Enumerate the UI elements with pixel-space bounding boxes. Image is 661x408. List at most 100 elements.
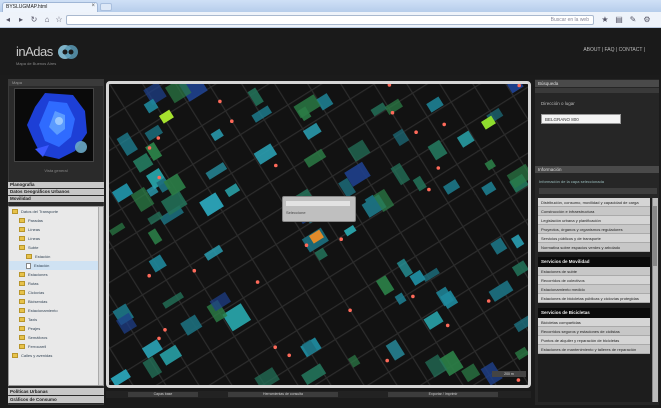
map-popup[interactable] xyxy=(282,196,356,222)
bookmark-icon[interactable]: ☆ xyxy=(54,15,64,25)
map-point-marker[interactable] xyxy=(287,353,291,358)
info-list-item[interactable]: Construcción e infraestructura xyxy=(538,207,650,216)
map-point-marker[interactable] xyxy=(147,273,151,278)
tree-item[interactable]: Estaciones xyxy=(9,270,103,279)
map-point-marker[interactable] xyxy=(442,122,447,127)
forward-icon[interactable]: ▸ xyxy=(16,15,26,25)
info-list-item[interactable]: Servicios públicos y de transporte xyxy=(538,234,650,243)
layer-tree: Datos del Transporte Paradas Líneas Líneas S… xyxy=(8,206,104,386)
map-point-marker[interactable] xyxy=(163,328,167,332)
tab-exportar[interactable]: Exportar / Imprimir xyxy=(388,392,498,397)
map-point-marker[interactable] xyxy=(147,146,152,150)
home-icon[interactable]: ⌂ xyxy=(42,15,52,25)
star-icon[interactable]: ★ xyxy=(600,15,610,25)
address-search-input[interactable] xyxy=(541,114,621,124)
info-list-item[interactable]: Proyectos, órganos y organismos regulado… xyxy=(538,225,650,234)
info-list-item[interactable]: Recorridos seguros y estaciones de cicli… xyxy=(538,327,650,336)
tools-icon[interactable]: ✎ xyxy=(628,15,638,25)
info-subtitle: Información de la capa seleccionada xyxy=(539,179,604,184)
tree-scrollbar[interactable] xyxy=(98,207,103,385)
browser-tab[interactable]: BYSLUGMAP.html × xyxy=(2,2,98,12)
tree-item[interactable]: Datos del Transporte xyxy=(9,207,103,216)
popup-input[interactable] xyxy=(286,201,350,206)
tree-item[interactable]: Paradas xyxy=(9,216,103,225)
search-label: Dirección o lugar xyxy=(541,101,575,106)
tree-item[interactable]: Bicisendas xyxy=(9,297,103,306)
info-list-item[interactable]: Estaciones de subte xyxy=(538,267,650,276)
back-icon[interactable]: ◂ xyxy=(3,15,13,25)
reload-icon[interactable]: ↻ xyxy=(29,15,39,25)
folder-icon xyxy=(19,290,25,296)
map-point-marker[interactable] xyxy=(230,119,234,123)
map-point-marker[interactable] xyxy=(218,99,222,104)
search-tabs[interactable] xyxy=(535,88,659,93)
info-tabs[interactable] xyxy=(539,188,657,194)
info-list-item[interactable]: Recorridos de colectivos xyxy=(538,276,650,285)
map-point-marker[interactable] xyxy=(445,323,450,328)
map-point-marker[interactable] xyxy=(348,308,352,313)
page-menu-icon[interactable]: ▤ xyxy=(614,15,624,25)
info-list-item[interactable]: Estacionamiento medido xyxy=(538,285,650,294)
map-point-marker[interactable] xyxy=(390,110,395,115)
section-movilidad[interactable]: Movilidad xyxy=(8,196,104,202)
map-point-marker[interactable] xyxy=(157,336,161,341)
map-point-marker[interactable] xyxy=(516,378,521,382)
tree-item[interactable]: Taxis xyxy=(9,315,103,324)
map-point-marker[interactable] xyxy=(339,237,343,241)
tree-item-label: Paradas xyxy=(28,218,43,223)
map-point-marker[interactable] xyxy=(274,163,278,168)
info-scroll-thumb[interactable] xyxy=(653,206,657,266)
map-point-marker[interactable] xyxy=(486,299,491,303)
map-point-marker[interactable] xyxy=(255,280,260,284)
map-point-marker[interactable] xyxy=(414,130,418,134)
tree-item[interactable]: Líneas xyxy=(9,234,103,243)
folder-icon xyxy=(19,299,25,305)
tree-item[interactable]: Estación xyxy=(9,252,103,261)
info-list-item[interactable]: Estaciones de bicicletas públicas y cicl… xyxy=(538,294,650,303)
new-tab-button[interactable] xyxy=(100,3,112,11)
section-politicas[interactable]: Políticas Urbanas xyxy=(8,388,104,395)
tree-item[interactable]: Subte xyxy=(9,243,103,252)
section-graficos[interactable]: Gráficos de Consumo xyxy=(8,396,104,403)
tree-item[interactable]: Estación xyxy=(9,261,103,270)
tree-item[interactable]: Rutas xyxy=(9,279,103,288)
map-canvas[interactable] xyxy=(106,81,531,388)
map-point-marker[interactable] xyxy=(385,358,390,363)
map-point-marker[interactable] xyxy=(411,294,415,299)
info-list-item[interactable]: Estaciones de mantenimiento y talleres d… xyxy=(538,345,650,354)
tree-item-label: Peajes xyxy=(28,326,41,331)
tree-item[interactable]: Estacionamiento xyxy=(9,306,103,315)
wrench-icon[interactable]: ⚙ xyxy=(642,15,652,25)
info-list-item[interactable]: Distribución, consumo, movilidad y capac… xyxy=(538,198,650,207)
section-planografia[interactable]: Planografía xyxy=(8,182,104,188)
map-point-marker[interactable] xyxy=(192,268,197,273)
tab-herramientas[interactable]: Herramientas de consulta xyxy=(228,392,338,397)
tree-item[interactable]: Ciclovías xyxy=(9,288,103,297)
tree-item[interactable]: Líneas xyxy=(9,225,103,234)
section-datos-urbanos[interactable]: Datos Geográficos Urbanos xyxy=(8,189,104,195)
info-list-item[interactable]: Normativa sobre espacios verdes y arbola… xyxy=(538,243,650,252)
tree-item-label: Estacionamiento xyxy=(28,308,58,313)
close-icon[interactable]: × xyxy=(91,3,95,9)
info-list-item[interactable]: Bicicletas compartidas xyxy=(538,318,650,327)
minimap-caption: Vista general xyxy=(44,168,68,173)
info-list-item[interactable]: Legislación urbana y planificación xyxy=(538,216,650,225)
tree-item[interactable]: Peajes xyxy=(9,324,103,333)
site-logo[interactable]: inAdas xyxy=(16,44,53,59)
tree-item[interactable]: Ferrocarril xyxy=(9,342,103,351)
info-list-item[interactable]: Puntos de alquiler y reparación de bicic… xyxy=(538,336,650,345)
overview-minimap[interactable] xyxy=(14,88,94,162)
address-bar[interactable]: Buscar en la web xyxy=(66,15,594,25)
map-point-marker[interactable] xyxy=(157,175,161,180)
tab-capas-base[interactable]: Capas base xyxy=(128,392,198,397)
folder-icon xyxy=(19,335,25,341)
tree-item[interactable]: Calles y avenidas xyxy=(9,351,103,360)
map-point-marker[interactable] xyxy=(273,345,277,350)
top-nav[interactable]: ABOUT | FAQ | CONTACT | xyxy=(583,47,645,53)
tree-item[interactable]: Semáforos xyxy=(9,333,103,342)
map-point-marker[interactable] xyxy=(156,136,161,140)
folder-icon xyxy=(19,326,25,332)
map-point-marker[interactable] xyxy=(427,187,431,192)
map-point-marker[interactable] xyxy=(304,243,309,247)
map-point-marker[interactable] xyxy=(436,166,441,170)
